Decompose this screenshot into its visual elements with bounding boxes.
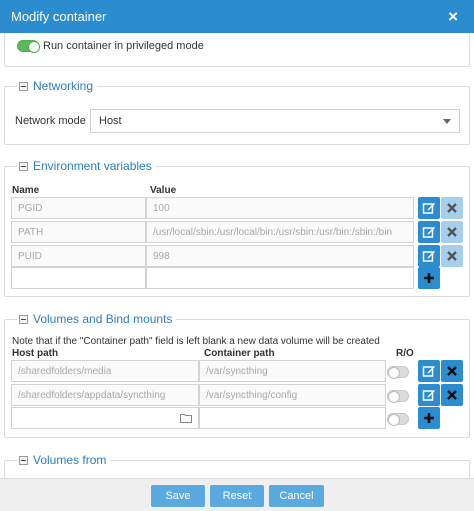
- env-legend: Environment variables: [17, 159, 156, 173]
- env-header-name: Name: [12, 185, 40, 196]
- collapse-icon[interactable]: [19, 81, 28, 91]
- chevron-down-icon: [443, 119, 451, 124]
- delete-button[interactable]: [441, 360, 463, 382]
- env-value-field[interactable]: 998: [146, 245, 414, 267]
- privileged-toggle[interactable]: [17, 40, 40, 53]
- delete-button[interactable]: [441, 245, 463, 267]
- networking-legend: Networking: [17, 79, 97, 93]
- x-icon: [447, 203, 457, 213]
- env-name-field[interactable]: PGID: [11, 197, 146, 219]
- save-button[interactable]: Save: [151, 485, 205, 507]
- volumes-from-fieldset: Volumes from: [4, 453, 470, 478]
- add-volume-button[interactable]: [418, 407, 440, 429]
- plus-icon: [424, 413, 434, 423]
- read-only-toggle[interactable]: [387, 366, 409, 379]
- x-icon: [447, 227, 457, 237]
- edit-button[interactable]: [418, 197, 440, 219]
- container-path-new-field[interactable]: [199, 407, 386, 429]
- delete-button[interactable]: [441, 384, 463, 406]
- read-only-toggle[interactable]: [387, 413, 409, 426]
- volumes-header-ro: R/O: [396, 348, 414, 359]
- networking-title: Networking: [33, 79, 94, 93]
- collapse-icon[interactable]: [19, 314, 28, 324]
- env-name-field[interactable]: PUID: [11, 245, 146, 267]
- pencil-square-icon: [422, 227, 435, 238]
- plus-icon: [424, 273, 434, 283]
- x-icon: [447, 251, 457, 261]
- x-icon: [447, 366, 457, 376]
- network-mode-select[interactable]: Host: [90, 109, 460, 133]
- dialog-title: Modify container: [11, 9, 107, 24]
- env-name-field[interactable]: PATH: [11, 221, 146, 243]
- volumes-header-container: Container path: [204, 348, 275, 359]
- edit-button[interactable]: [418, 384, 440, 406]
- network-mode-label: Network mode: [15, 115, 86, 127]
- collapse-icon[interactable]: [19, 455, 28, 465]
- env-new-value-field[interactable]: [146, 267, 414, 289]
- env-title: Environment variables: [33, 159, 152, 173]
- network-mode-value: Host: [99, 115, 122, 127]
- env-new-name-field[interactable]: [11, 267, 146, 289]
- host-path-field[interactable]: /sharedfolders/appdata/syncthing: [11, 384, 199, 406]
- env-header-value: Value: [150, 185, 177, 196]
- cancel-button[interactable]: Cancel: [269, 485, 324, 507]
- add-env-button[interactable]: [418, 267, 440, 289]
- edit-button[interactable]: [418, 245, 440, 267]
- folder-icon: [180, 414, 192, 423]
- volumes-header-host: Host path: [12, 348, 59, 359]
- edit-button[interactable]: [418, 360, 440, 382]
- read-only-toggle[interactable]: [387, 390, 409, 403]
- host-path-field[interactable]: /sharedfolders/media: [11, 360, 199, 382]
- env-value-field[interactable]: 100: [146, 197, 414, 219]
- dialog-titlebar: Modify container ×: [0, 0, 474, 33]
- edit-button[interactable]: [418, 221, 440, 243]
- container-path-field[interactable]: /var/syncthing: [199, 360, 386, 382]
- collapse-icon[interactable]: [19, 161, 28, 171]
- pencil-square-icon: [422, 366, 435, 377]
- volumes-note: Note that if the "Container path" field …: [12, 336, 380, 347]
- volumes-title: Volumes and Bind mounts: [33, 312, 173, 326]
- dialog-footer: Save Reset Cancel: [0, 478, 474, 511]
- dialog-content: Run container in privileged mode Network…: [0, 33, 474, 478]
- reset-button[interactable]: Reset: [210, 485, 264, 507]
- container-path-field[interactable]: /var/syncthing/config: [199, 384, 386, 406]
- pencil-square-icon: [422, 251, 435, 262]
- delete-button[interactable]: [441, 197, 463, 219]
- pencil-square-icon: [422, 203, 435, 214]
- volumes-from-legend: Volumes from: [17, 453, 110, 467]
- delete-button[interactable]: [441, 221, 463, 243]
- general-fieldset: Run container in privileged mode: [4, 33, 470, 67]
- volumes-legend: Volumes and Bind mounts: [17, 312, 176, 326]
- privileged-label: Run container in privileged mode: [43, 40, 204, 52]
- pencil-square-icon: [422, 390, 435, 401]
- volumes-from-title: Volumes from: [33, 453, 107, 467]
- x-icon: [447, 390, 457, 400]
- env-value-field[interactable]: /usr/local/sbin:/usr/local/bin:/usr/sbin…: [146, 221, 414, 243]
- close-icon[interactable]: ×: [448, 8, 458, 25]
- host-path-new-field[interactable]: [11, 407, 199, 429]
